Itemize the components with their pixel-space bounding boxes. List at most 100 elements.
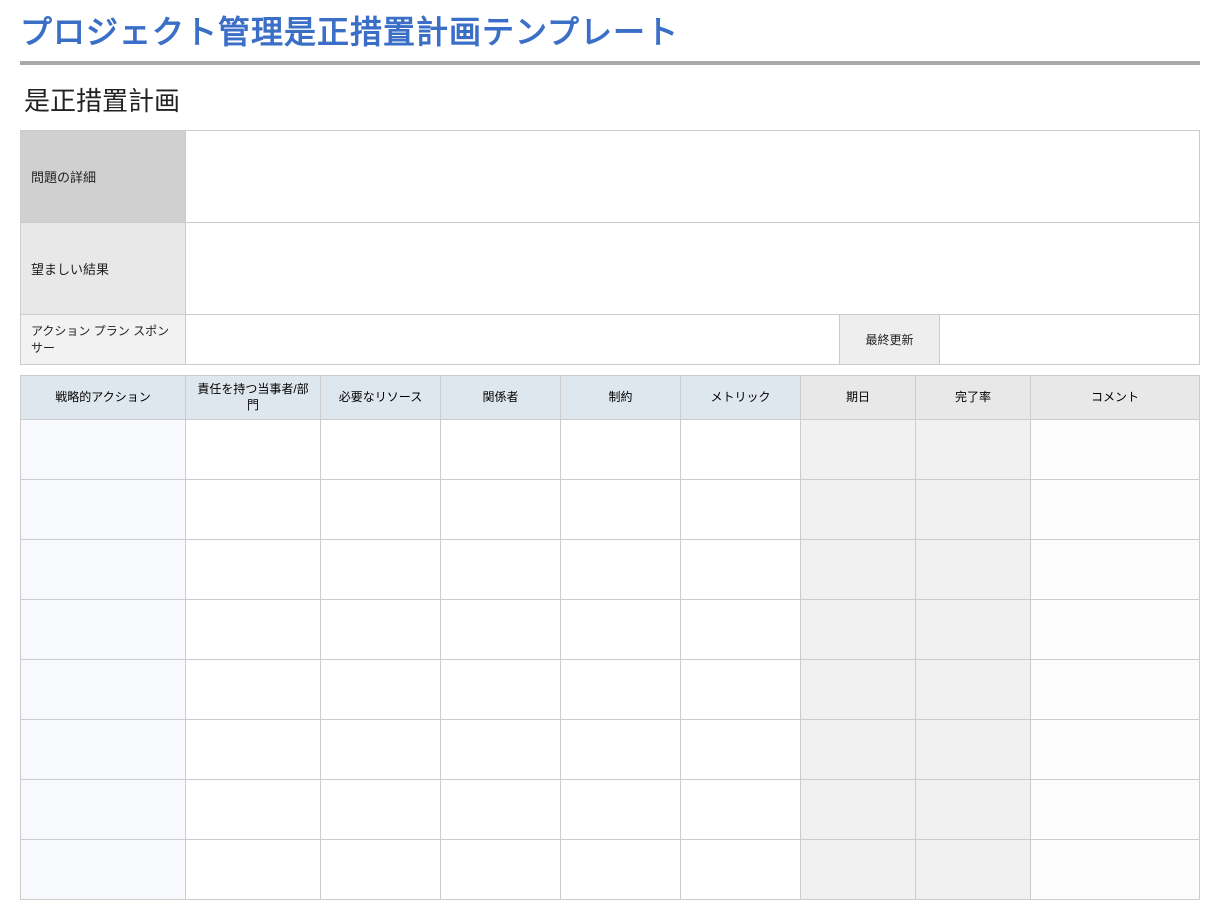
table-row bbox=[21, 720, 1200, 780]
grid-cell-c8[interactable] bbox=[916, 540, 1031, 600]
meta-table: 問題の詳細 望ましい結果 アクション プラン スポンサー 最終更新 bbox=[20, 130, 1200, 365]
grid-cell-c4[interactable] bbox=[441, 780, 561, 840]
grid-cell-c6[interactable] bbox=[681, 720, 801, 780]
grid-cell-c9[interactable] bbox=[1031, 480, 1200, 540]
sponsor-value[interactable] bbox=[186, 315, 840, 365]
grid-cell-c2[interactable] bbox=[186, 540, 321, 600]
grid-cell-c2[interactable] bbox=[186, 480, 321, 540]
col-stakeholders: 関係者 bbox=[441, 376, 561, 420]
grid-cell-c2[interactable] bbox=[186, 780, 321, 840]
grid-cell-c1[interactable] bbox=[21, 660, 186, 720]
grid-cell-c7[interactable] bbox=[801, 660, 916, 720]
grid-cell-c1[interactable] bbox=[21, 540, 186, 600]
grid-cell-c3[interactable] bbox=[321, 540, 441, 600]
grid-cell-c1[interactable] bbox=[21, 720, 186, 780]
grid-cell-c6[interactable] bbox=[681, 420, 801, 480]
section-subtitle: 是正措置計画 bbox=[20, 81, 1200, 118]
grid-cell-c4[interactable] bbox=[441, 600, 561, 660]
grid-cell-c2[interactable] bbox=[186, 660, 321, 720]
table-row bbox=[21, 660, 1200, 720]
col-resources: 必要なリソース bbox=[321, 376, 441, 420]
grid-cell-c5[interactable] bbox=[561, 840, 681, 900]
grid-cell-c7[interactable] bbox=[801, 780, 916, 840]
grid-cell-c5[interactable] bbox=[561, 720, 681, 780]
table-row bbox=[21, 840, 1200, 900]
col-percent-complete: 完了率 bbox=[916, 376, 1031, 420]
grid-cell-c7[interactable] bbox=[801, 420, 916, 480]
grid-cell-c8[interactable] bbox=[916, 480, 1031, 540]
grid-cell-c7[interactable] bbox=[801, 720, 916, 780]
grid-cell-c7[interactable] bbox=[801, 840, 916, 900]
page-title: プロジェクト管理是正措置計画テンプレート bbox=[20, 5, 1200, 65]
updated-value[interactable] bbox=[940, 315, 1200, 365]
grid-cell-c4[interactable] bbox=[441, 840, 561, 900]
grid-cell-c3[interactable] bbox=[321, 480, 441, 540]
grid-cell-c1[interactable] bbox=[21, 420, 186, 480]
grid-cell-c8[interactable] bbox=[916, 840, 1031, 900]
col-constraints: 制約 bbox=[561, 376, 681, 420]
grid-cell-c3[interactable] bbox=[321, 840, 441, 900]
table-row bbox=[21, 600, 1200, 660]
action-grid: 戦略的アクション 責任を持つ当事者/部門 必要なリソース 関係者 制約 メトリッ… bbox=[20, 375, 1200, 900]
grid-cell-c4[interactable] bbox=[441, 660, 561, 720]
grid-cell-c5[interactable] bbox=[561, 600, 681, 660]
desired-value[interactable] bbox=[186, 223, 1200, 315]
grid-cell-c1[interactable] bbox=[21, 780, 186, 840]
desired-label: 望ましい結果 bbox=[21, 223, 186, 315]
grid-cell-c6[interactable] bbox=[681, 600, 801, 660]
grid-cell-c3[interactable] bbox=[321, 660, 441, 720]
grid-cell-c5[interactable] bbox=[561, 480, 681, 540]
grid-cell-c9[interactable] bbox=[1031, 420, 1200, 480]
sponsor-label: アクション プラン スポンサー bbox=[21, 315, 186, 365]
grid-header-row: 戦略的アクション 責任を持つ当事者/部門 必要なリソース 関係者 制約 メトリッ… bbox=[21, 376, 1200, 420]
grid-cell-c8[interactable] bbox=[916, 600, 1031, 660]
grid-cell-c8[interactable] bbox=[916, 420, 1031, 480]
grid-cell-c3[interactable] bbox=[321, 600, 441, 660]
grid-cell-c9[interactable] bbox=[1031, 840, 1200, 900]
grid-cell-c3[interactable] bbox=[321, 780, 441, 840]
grid-cell-c8[interactable] bbox=[916, 660, 1031, 720]
grid-cell-c9[interactable] bbox=[1031, 660, 1200, 720]
problem-value[interactable] bbox=[186, 131, 1200, 223]
grid-cell-c3[interactable] bbox=[321, 420, 441, 480]
grid-cell-c8[interactable] bbox=[916, 720, 1031, 780]
grid-cell-c9[interactable] bbox=[1031, 780, 1200, 840]
grid-cell-c1[interactable] bbox=[21, 600, 186, 660]
col-due-date: 期日 bbox=[801, 376, 916, 420]
table-row bbox=[21, 780, 1200, 840]
grid-cell-c4[interactable] bbox=[441, 540, 561, 600]
updated-label: 最終更新 bbox=[840, 315, 940, 365]
col-metric: メトリック bbox=[681, 376, 801, 420]
grid-cell-c2[interactable] bbox=[186, 720, 321, 780]
grid-cell-c2[interactable] bbox=[186, 600, 321, 660]
grid-cell-c9[interactable] bbox=[1031, 720, 1200, 780]
grid-cell-c2[interactable] bbox=[186, 840, 321, 900]
grid-cell-c5[interactable] bbox=[561, 540, 681, 600]
grid-cell-c2[interactable] bbox=[186, 420, 321, 480]
grid-cell-c5[interactable] bbox=[561, 660, 681, 720]
grid-cell-c4[interactable] bbox=[441, 720, 561, 780]
col-responsible: 責任を持つ当事者/部門 bbox=[186, 376, 321, 420]
grid-cell-c7[interactable] bbox=[801, 600, 916, 660]
table-row bbox=[21, 420, 1200, 480]
grid-cell-c7[interactable] bbox=[801, 480, 916, 540]
grid-cell-c8[interactable] bbox=[916, 780, 1031, 840]
grid-cell-c3[interactable] bbox=[321, 720, 441, 780]
grid-cell-c6[interactable] bbox=[681, 780, 801, 840]
grid-cell-c1[interactable] bbox=[21, 480, 186, 540]
col-comment: コメント bbox=[1031, 376, 1200, 420]
grid-cell-c9[interactable] bbox=[1031, 600, 1200, 660]
grid-cell-c9[interactable] bbox=[1031, 540, 1200, 600]
grid-cell-c6[interactable] bbox=[681, 540, 801, 600]
grid-cell-c6[interactable] bbox=[681, 480, 801, 540]
grid-cell-c5[interactable] bbox=[561, 420, 681, 480]
grid-cell-c4[interactable] bbox=[441, 420, 561, 480]
grid-cell-c6[interactable] bbox=[681, 840, 801, 900]
col-strategic-action: 戦略的アクション bbox=[21, 376, 186, 420]
grid-cell-c1[interactable] bbox=[21, 840, 186, 900]
grid-cell-c4[interactable] bbox=[441, 480, 561, 540]
grid-cell-c6[interactable] bbox=[681, 660, 801, 720]
problem-label: 問題の詳細 bbox=[21, 131, 186, 223]
grid-cell-c5[interactable] bbox=[561, 780, 681, 840]
grid-cell-c7[interactable] bbox=[801, 540, 916, 600]
